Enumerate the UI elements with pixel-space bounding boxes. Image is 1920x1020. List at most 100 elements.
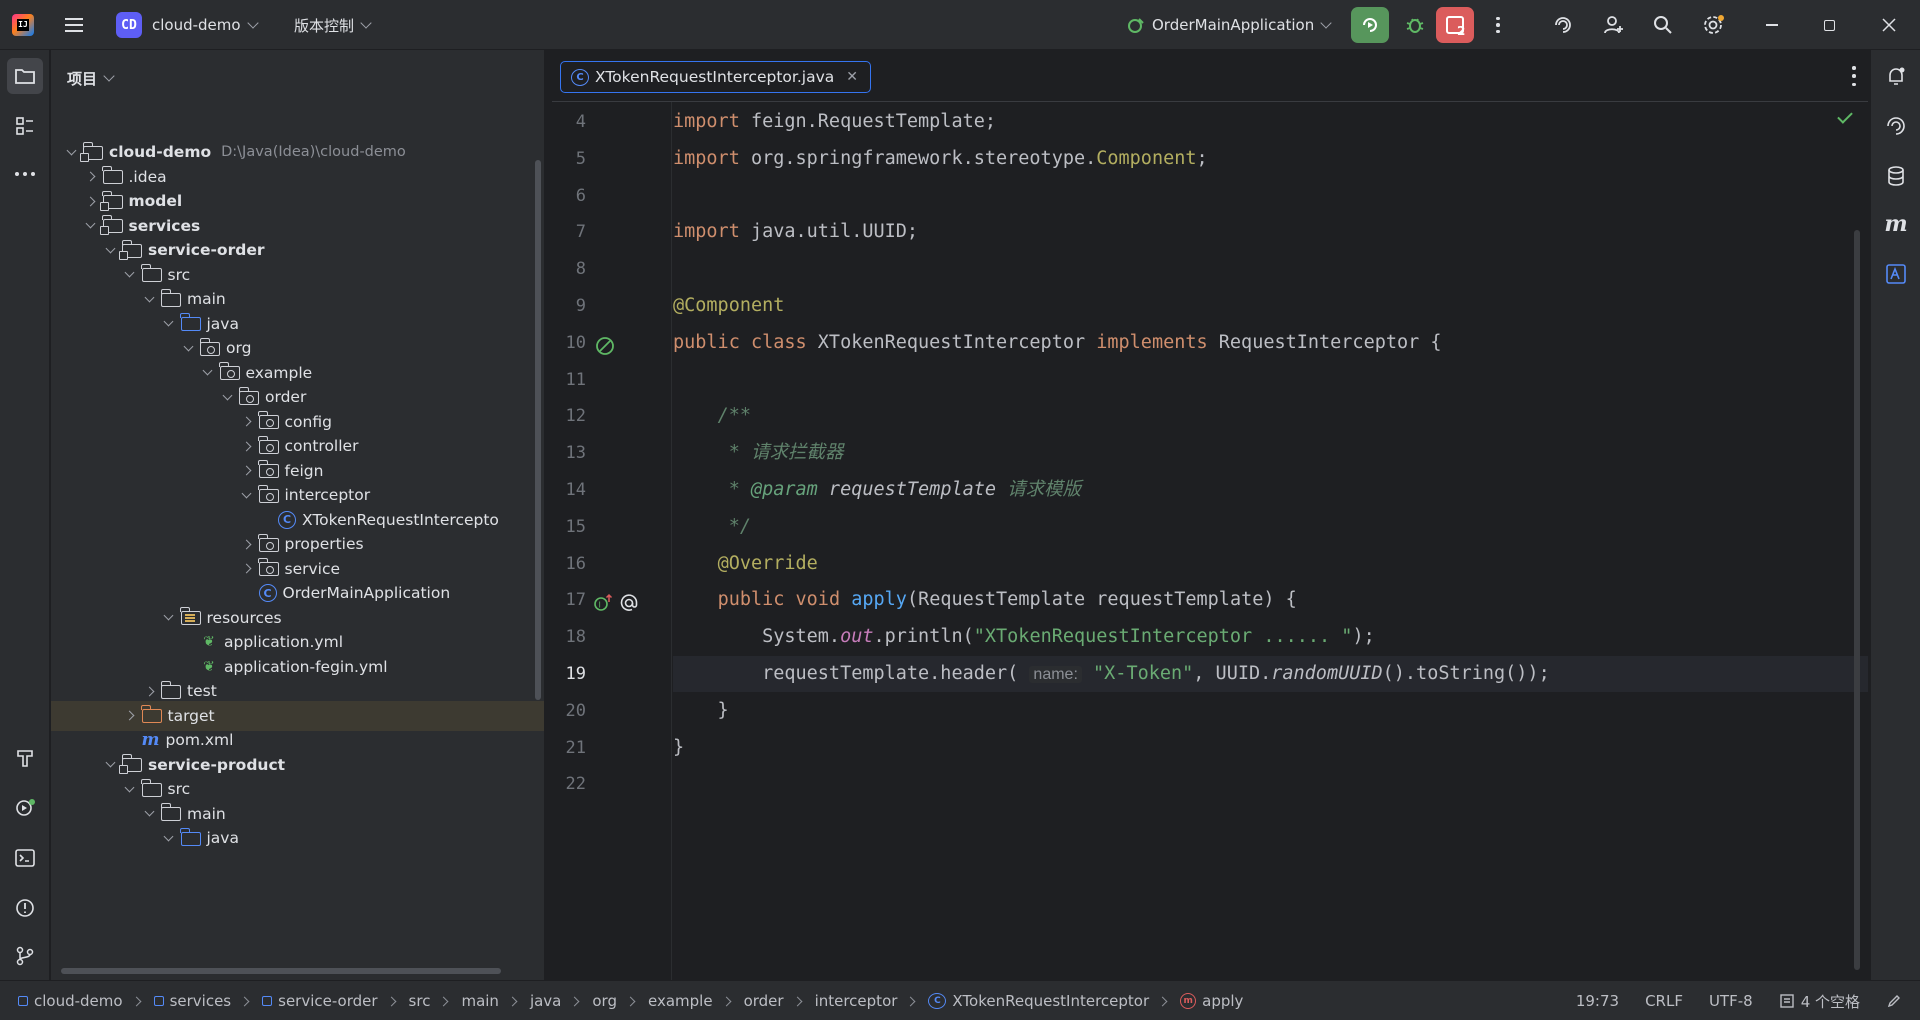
chevron-down-icon[interactable] (122, 267, 138, 283)
implements-method-icon[interactable]: I (592, 592, 614, 618)
line-number[interactable]: 4 (552, 112, 586, 132)
breadcrumb-item[interactable]: C XTokenRequestInterceptor (928, 992, 1149, 1010)
chevron-down-icon[interactable] (102, 242, 118, 258)
breadcrumb-item[interactable]: service-order (262, 992, 378, 1010)
chevron-down-icon[interactable] (219, 389, 235, 405)
minimize-icon[interactable] (1766, 0, 1778, 50)
code-line[interactable]: /** (673, 398, 751, 434)
restore-icon[interactable] (1824, 0, 1835, 50)
git-tool-icon[interactable] (7, 938, 43, 974)
tree-item[interactable]: java (51, 823, 544, 853)
breadcrumb-item[interactable]: main (461, 992, 498, 1010)
debug-icon[interactable] (1402, 0, 1428, 50)
chevron-right-icon[interactable] (239, 536, 255, 552)
code-line[interactable]: requestTemplate.header( name: "X-Token",… (673, 656, 1550, 692)
build-tool-icon[interactable] (7, 740, 43, 776)
chevron-down-icon[interactable] (141, 806, 157, 822)
line-number[interactable]: 8 (552, 259, 586, 279)
line-number[interactable]: 21 (552, 738, 586, 758)
line-number[interactable]: 10 (552, 333, 586, 353)
code-line[interactable]: } (673, 730, 684, 766)
terminal-tool-icon[interactable] (7, 840, 43, 876)
line-number[interactable]: 11 (552, 370, 586, 390)
chevron-right-icon[interactable] (83, 169, 99, 185)
line-separator[interactable]: CRLF (1645, 992, 1683, 1010)
database-icon[interactable] (1878, 158, 1914, 194)
breadcrumb-item[interactable]: example (648, 992, 713, 1010)
chevron-down-icon[interactable] (83, 218, 99, 234)
line-number[interactable]: 16 (552, 554, 586, 574)
stop-button[interactable]: 2 (1436, 7, 1474, 43)
chevron-down-icon[interactable] (122, 781, 138, 797)
chevron-down-icon[interactable] (180, 340, 196, 356)
chevron-right-icon[interactable] (239, 561, 255, 577)
more-tools-icon[interactable] (7, 156, 43, 192)
line-number[interactable]: 5 (552, 149, 586, 169)
structure-tool-icon[interactable] (7, 108, 43, 144)
project-switcher[interactable]: CD cloud-demo (116, 0, 259, 50)
ai-assistant-icon[interactable] (1552, 0, 1574, 50)
main-menu-icon[interactable] (62, 0, 86, 50)
chevron-right-icon[interactable] (122, 708, 138, 724)
line-number[interactable]: 20 (552, 701, 586, 721)
chevron-down-icon[interactable] (161, 610, 177, 626)
chevron-down-icon[interactable] (102, 757, 118, 773)
line-number[interactable]: 7 (552, 222, 586, 242)
chevron-down-icon[interactable] (161, 830, 177, 846)
breadcrumb-item[interactable]: interceptor (815, 992, 898, 1010)
add-user-icon[interactable] (1603, 0, 1625, 50)
ai-chat-icon[interactable] (1878, 108, 1914, 144)
close-icon[interactable] (1882, 0, 1896, 50)
line-number[interactable]: 12 (552, 406, 586, 426)
code-line[interactable]: @Override (673, 546, 818, 582)
caret-position[interactable]: 19:73 (1576, 992, 1619, 1010)
more-vertical-icon[interactable] (1494, 0, 1502, 50)
chevron-right-icon[interactable] (239, 438, 255, 454)
breadcrumb-item[interactable]: m apply (1180, 992, 1243, 1010)
breadcrumb-item[interactable]: cloud-demo (18, 992, 123, 1010)
line-number[interactable]: 22 (552, 774, 586, 794)
services-tool-icon[interactable] (7, 790, 43, 826)
tree-horizontal-scrollbar[interactable] (61, 968, 501, 974)
code-line[interactable]: import org.springframework.stereotype.Co… (673, 141, 1208, 177)
vcs-menu[interactable]: 版本控制 (294, 0, 372, 50)
project-panel-header[interactable]: 项目 (67, 50, 115, 106)
breadcrumb-item[interactable]: java (530, 992, 561, 1010)
run-button[interactable] (1351, 7, 1389, 43)
editor-tab[interactable]: C XTokenRequestInterceptor.java ✕ (560, 61, 871, 93)
chevron-right-icon[interactable] (141, 683, 157, 699)
spring-bean-icon[interactable] (594, 335, 616, 361)
line-number[interactable]: 15 (552, 517, 586, 537)
line-number[interactable]: 9 (552, 296, 586, 316)
breadcrumb-item[interactable]: src (409, 992, 431, 1010)
code-line[interactable]: import feign.RequestTemplate; (673, 104, 996, 140)
breadcrumb-item[interactable]: services (153, 992, 231, 1010)
chevron-right-icon[interactable] (83, 193, 99, 209)
close-icon[interactable]: ✕ (846, 69, 858, 85)
breadcrumb-item[interactable]: org (592, 992, 617, 1010)
line-number[interactable]: 14 (552, 480, 586, 500)
code-line[interactable]: * 请求拦截器 (673, 435, 844, 471)
line-number[interactable]: 6 (552, 186, 586, 206)
problems-tool-icon[interactable] (7, 890, 43, 926)
file-encoding[interactable]: UTF-8 (1709, 992, 1753, 1010)
chevron-down-icon[interactable] (63, 144, 79, 160)
code-line[interactable]: public class XTokenRequestInterceptor im… (673, 325, 1442, 361)
code-line[interactable]: @Component (673, 288, 784, 324)
edit-lock-icon[interactable] (1886, 993, 1902, 1009)
at-annotation-icon[interactable] (618, 592, 640, 618)
search-icon[interactable] (1652, 0, 1674, 50)
chevron-down-icon[interactable] (239, 487, 255, 503)
line-number[interactable]: 17 (552, 590, 586, 610)
indent-setting[interactable]: 4 个空格 (1779, 991, 1860, 1012)
code-line[interactable]: System.out.println("XTokenRequestInterce… (673, 619, 1375, 655)
gear-icon[interactable] (1702, 0, 1726, 50)
code-line[interactable]: import java.util.UUID; (673, 214, 918, 250)
line-number[interactable]: 18 (552, 627, 586, 647)
code-line[interactable]: * @param requestTemplate 请求模版 (673, 472, 1081, 508)
notifications-icon[interactable] (1878, 58, 1914, 94)
code-line[interactable]: } (673, 693, 729, 729)
chevron-down-icon[interactable] (161, 316, 177, 332)
translate-icon[interactable] (1878, 256, 1914, 292)
maven-icon[interactable]: m (1878, 206, 1914, 242)
